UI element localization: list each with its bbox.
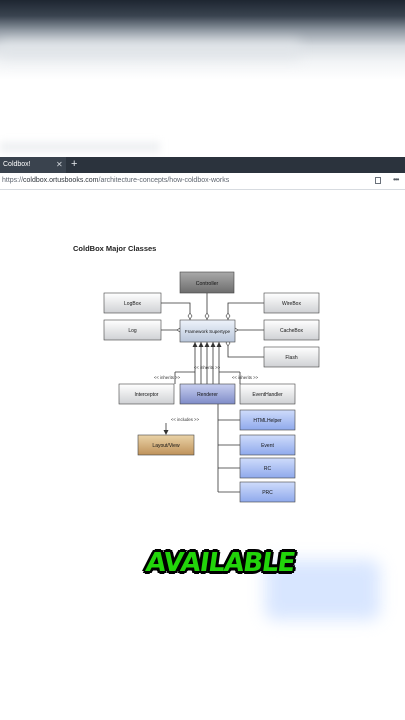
box-log-label: Log xyxy=(128,328,137,334)
box-interceptor: Interceptor xyxy=(118,383,175,405)
box-logbox-label: LogBox xyxy=(124,301,141,307)
box-framework-supertype-label: Framework Supertype xyxy=(185,329,231,334)
box-prc-label: PRC xyxy=(262,490,273,496)
box-renderer: Renderer xyxy=(179,383,236,405)
box-controller: Controller xyxy=(179,271,235,294)
box-wirebox: WireBox xyxy=(263,292,320,314)
overlay-caption: AVAILABLE xyxy=(143,548,297,578)
includes-label: << includes >> xyxy=(171,417,200,422)
box-eventhandler: EventHandler xyxy=(239,383,296,405)
inherits-label-left: << inherits >> xyxy=(154,375,181,380)
box-logbox: LogBox xyxy=(103,292,162,314)
box-renderer-label: Renderer xyxy=(197,392,218,398)
box-prc: PRC xyxy=(239,481,296,503)
box-controller-label: Controller xyxy=(196,281,219,287)
box-cachebox-label: CacheBox xyxy=(280,328,304,334)
box-interceptor-label: Interceptor xyxy=(135,392,159,398)
box-event-label: Event xyxy=(261,443,274,449)
box-htmlhelper-label: HTMLHelper xyxy=(253,418,282,424)
inherits-label-right: << inherits >> xyxy=(232,375,259,380)
inherits-label-center: << inherits >> xyxy=(194,365,221,370)
box-event: Event xyxy=(239,434,296,456)
box-log: Log xyxy=(103,319,162,341)
box-framework-supertype: Framework Supertype xyxy=(179,319,236,343)
box-flash: Flash xyxy=(263,346,320,368)
box-cachebox: CacheBox xyxy=(263,319,320,341)
box-wirebox-label: WireBox xyxy=(282,301,301,307)
box-layoutview-label: Layout/View xyxy=(152,443,180,449)
box-layoutview: Layout/View xyxy=(137,434,195,456)
box-rc-label: RC xyxy=(264,466,272,472)
box-rc: RC xyxy=(239,457,296,479)
box-flash-label: Flash xyxy=(285,355,297,361)
box-htmlhelper: HTMLHelper xyxy=(239,409,296,431)
box-eventhandler-label: EventHandler xyxy=(252,392,283,398)
